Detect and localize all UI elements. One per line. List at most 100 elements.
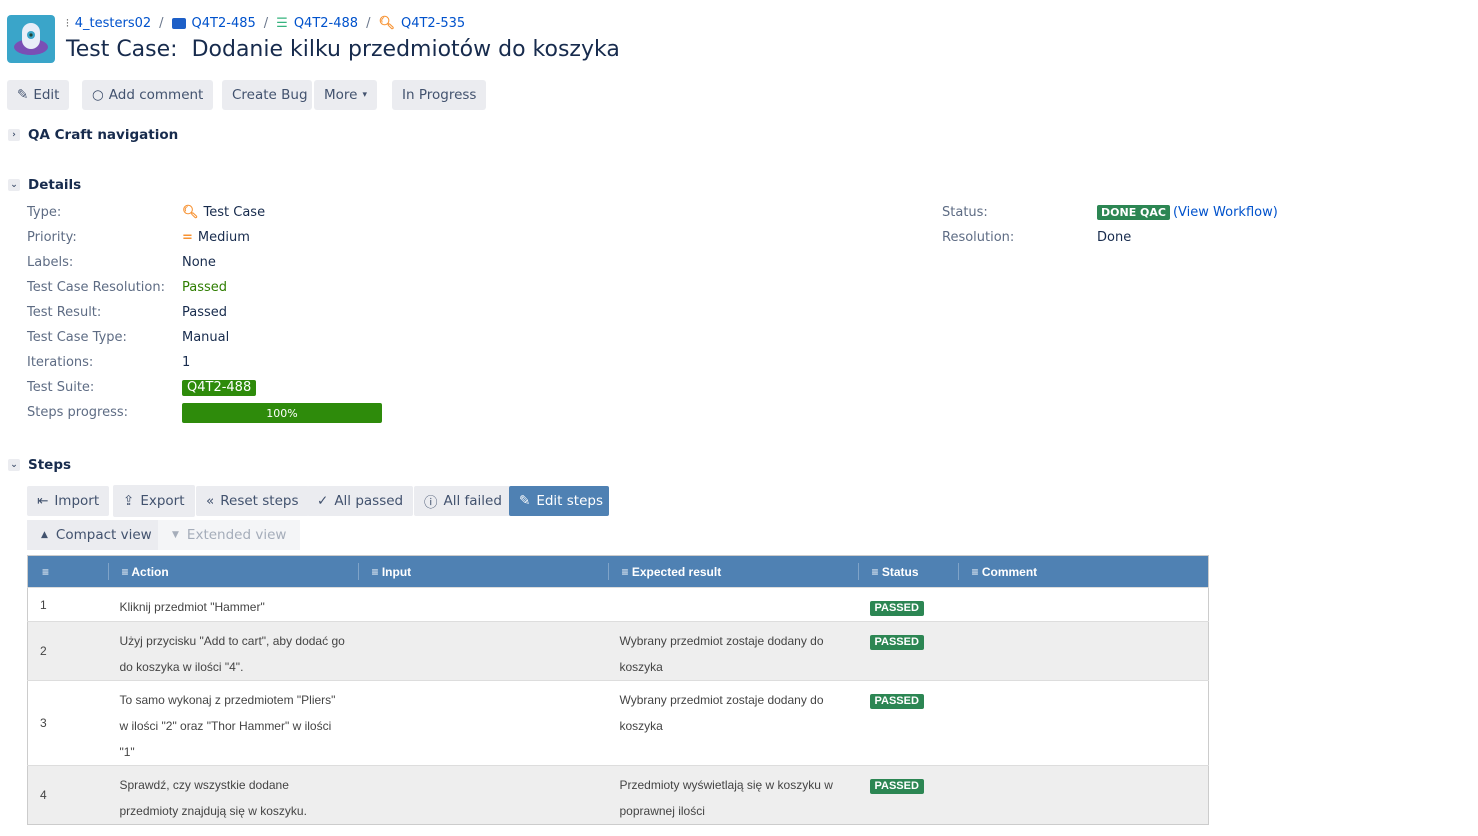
type-label: Type: bbox=[27, 205, 62, 220]
step-action-text: Sprawdź, czy wszystkie dodane przedmioty… bbox=[119, 778, 307, 818]
reset-steps-button[interactable]: «Reset steps bbox=[196, 486, 309, 516]
step-comment bbox=[957, 765, 1209, 825]
header-input[interactable]: ≡ Input bbox=[357, 555, 608, 588]
status-badge: PASSED bbox=[869, 635, 924, 650]
iterations-value: 1 bbox=[182, 355, 191, 370]
step-number: 4 bbox=[27, 765, 108, 825]
step-action-text: Kliknij przedmiot "Hammer" bbox=[119, 600, 265, 614]
type-value: 🔍︎ Test Case bbox=[182, 205, 266, 220]
step-comment bbox=[957, 621, 1209, 681]
priority-medium-icon: = bbox=[182, 230, 193, 245]
steps-progress-fill: 100% bbox=[182, 403, 382, 423]
details-toggle[interactable]: ⌄ Details bbox=[8, 177, 81, 193]
chevron-down-icon: ▼ bbox=[172, 530, 179, 540]
table-row[interactable]: 2 Użyj przycisku "Add to cart", aby dodać… bbox=[27, 621, 1209, 681]
status-badge: PASSED bbox=[869, 779, 924, 794]
page-title: Test Case: Dodanie kilku przedmiotów do … bbox=[66, 37, 620, 62]
project-avatar[interactable] bbox=[7, 15, 55, 63]
labels-label: Labels: bbox=[27, 255, 74, 270]
step-number-text: 2 bbox=[40, 644, 47, 658]
breadcrumb: ⫶ 4_testers02/ Q4T2-485/ ☰ Q4T2-488/ 🔍︎ Q4T… bbox=[66, 16, 466, 31]
step-input bbox=[357, 621, 608, 681]
status-badge: DONE QAC bbox=[1097, 205, 1170, 220]
alert-circle-icon: ⓘ bbox=[424, 495, 438, 511]
create-bug-button[interactable]: Create Bug bbox=[222, 80, 312, 110]
breadcrumb-suite[interactable]: Q4T2-488 bbox=[294, 16, 358, 31]
search-icon: 🔍︎ bbox=[378, 16, 395, 31]
step-action: Sprawdź, czy wszystkie dodane przedmioty… bbox=[107, 765, 358, 825]
column-menu-header[interactable]: ≡ bbox=[27, 555, 108, 588]
test-result-value: Passed bbox=[182, 305, 228, 320]
status-badge: PASSED bbox=[869, 601, 924, 616]
export-icon: ⇪ bbox=[123, 493, 135, 509]
step-status: PASSED bbox=[857, 765, 958, 825]
edit-steps-button[interactable]: ✎ Edit steps bbox=[509, 486, 609, 516]
priority-label: Priority: bbox=[27, 230, 77, 245]
breadcrumb-issue[interactable]: Q4T2-535 bbox=[401, 16, 465, 31]
step-expected-result-text: Wybrany przedmiot zostaje dodany do kosz… bbox=[619, 693, 824, 733]
labels-value: None bbox=[182, 255, 216, 270]
steps-toggle[interactable]: ⌄ Steps bbox=[8, 457, 71, 473]
step-number: 1 bbox=[27, 587, 108, 622]
header-comment[interactable]: ≡ Comment bbox=[957, 555, 1209, 588]
folder-icon bbox=[171, 18, 186, 29]
step-expected-result-text: Przedmioty wyświetlają się w koszyku w p… bbox=[619, 778, 833, 818]
status-label: Status: bbox=[942, 205, 988, 220]
all-failed-button[interactable]: ⓘ All failed bbox=[414, 486, 512, 516]
step-expected-result: Wybrany przedmiot zostaje dodany do kosz… bbox=[607, 621, 858, 681]
step-comment bbox=[957, 680, 1209, 766]
step-expected-result: Przedmioty wyświetlają się w koszyku w p… bbox=[607, 765, 858, 825]
step-status: PASSED bbox=[857, 680, 958, 766]
chevron-right-icon: › bbox=[8, 129, 20, 141]
step-action: To samo wykonaj z przedmiotem "Pliers" w… bbox=[107, 680, 358, 766]
step-status: PASSED bbox=[857, 621, 958, 681]
qa-craft-navigation-toggle[interactable]: › QA Craft navigation bbox=[8, 127, 178, 143]
test-suite-link[interactable]: Q4T2-488 bbox=[182, 380, 257, 396]
status-badge: PASSED bbox=[869, 694, 924, 709]
all-passed-button[interactable]: ✓ All passed bbox=[307, 486, 414, 516]
test-case-resolution-value: Passed bbox=[182, 280, 228, 295]
hierarchy-icon: ⫶ bbox=[66, 16, 69, 30]
chevron-down-icon: ⌄ bbox=[8, 459, 20, 471]
step-action: Kliknij przedmiot "Hammer" bbox=[107, 587, 358, 622]
header-expected-result[interactable]: ≡ Expected result bbox=[607, 555, 858, 588]
step-expected-result bbox=[607, 587, 858, 622]
test-case-icon: 🔍︎ bbox=[182, 205, 199, 220]
view-workflow-link[interactable]: (View Workflow) bbox=[1173, 205, 1278, 220]
table-row[interactable]: 3 To samo wykonaj z przedmiotem "Pliers" … bbox=[27, 680, 1209, 766]
table-row[interactable]: 4 Sprawdź, czy wszystkie dodane przedmiot… bbox=[27, 765, 1209, 825]
in-progress-button[interactable]: In Progress bbox=[392, 80, 487, 110]
import-icon: ⇤ bbox=[37, 493, 49, 509]
list-icon: ☰ bbox=[276, 16, 288, 31]
test-suite-label: Test Suite: bbox=[27, 380, 95, 395]
extended-view-button[interactable]: ▼ Extended view bbox=[158, 520, 301, 550]
step-action-text: Użyj przycisku "Add to cart", aby dodać … bbox=[119, 634, 345, 674]
add-comment-button[interactable]: ○ Add comment bbox=[82, 80, 214, 110]
export-button[interactable]: ⇪ Export bbox=[113, 485, 195, 517]
steps-progress-label: Steps progress: bbox=[27, 405, 129, 420]
breadcrumb-project[interactable]: 4_testers02 bbox=[75, 16, 151, 31]
step-number-text: 4 bbox=[40, 788, 47, 802]
step-input bbox=[357, 680, 608, 766]
import-button[interactable]: ⇤ Import bbox=[27, 486, 110, 516]
compact-view-button[interactable]: ▲ Compact view bbox=[27, 520, 166, 550]
step-number: 3 bbox=[27, 680, 108, 766]
resolution-label: Resolution: bbox=[942, 230, 1015, 245]
edit-button[interactable]: ✎ Edit bbox=[7, 80, 70, 110]
step-input bbox=[357, 587, 608, 622]
step-action-text: To samo wykonaj z przedmiotem "Pliers" w… bbox=[119, 693, 336, 759]
header-status[interactable]: ≡ Status bbox=[857, 555, 958, 588]
header-action[interactable]: ≡ Action bbox=[107, 555, 358, 588]
resolution-value: Done bbox=[1097, 230, 1132, 245]
check-icon: ✓ bbox=[317, 493, 329, 509]
more-button[interactable]: More ▾ bbox=[314, 80, 377, 110]
table-row[interactable]: 1 Kliknij przedmiot "Hammer" PASSED bbox=[27, 587, 1209, 622]
chevron-down-icon: ▾ bbox=[362, 90, 367, 100]
step-number-text: 3 bbox=[40, 716, 47, 730]
test-case-type-label: Test Case Type: bbox=[27, 330, 127, 345]
steps-table: ≡ ≡ Action ≡ Input ≡ Expected result ≡ S… bbox=[27, 555, 1209, 825]
step-number: 2 bbox=[27, 621, 108, 681]
step-status: PASSED bbox=[857, 587, 958, 622]
step-action: Użyj przycisku "Add to cart", aby dodać … bbox=[107, 621, 358, 681]
breadcrumb-parent[interactable]: Q4T2-485 bbox=[192, 16, 256, 31]
